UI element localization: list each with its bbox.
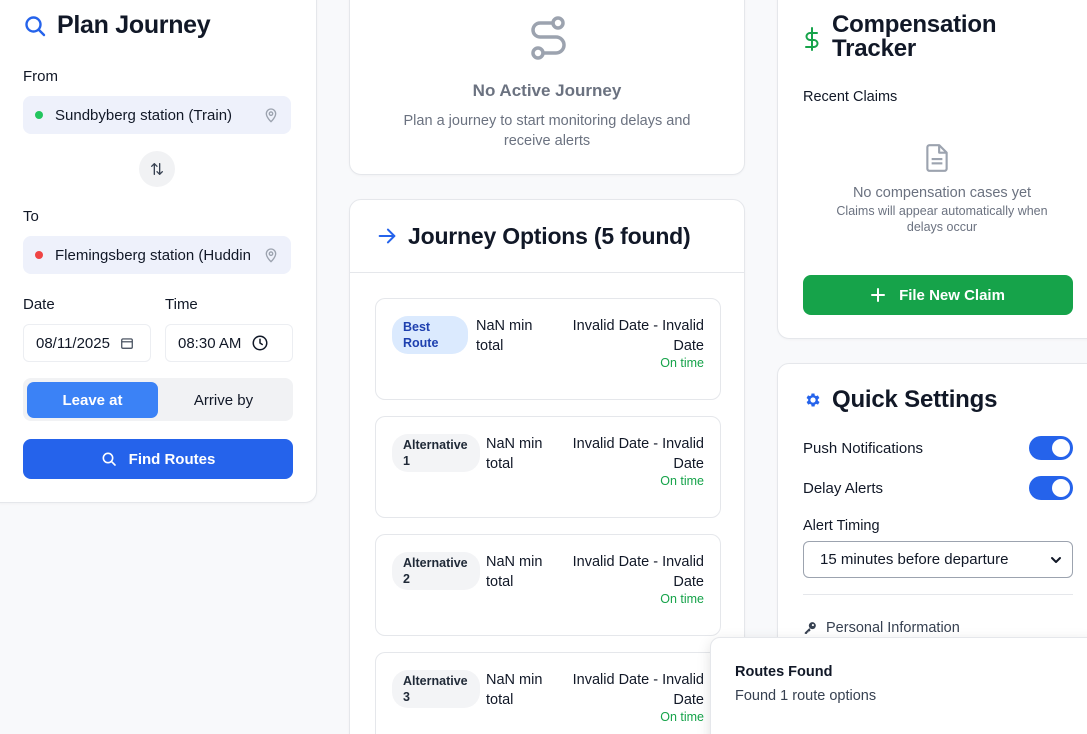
route-badge: Alternative 1 xyxy=(392,434,480,472)
date-input[interactable]: 08/11/2025 xyxy=(23,324,151,362)
route-status: On time xyxy=(660,356,704,370)
chevron-down-icon xyxy=(1051,556,1061,563)
key-icon xyxy=(804,622,816,634)
route-status: On time xyxy=(660,592,704,606)
plan-journey-header: Plan Journey xyxy=(23,11,211,40)
map-pin-icon[interactable] xyxy=(263,107,279,123)
find-routes-label: Find Routes xyxy=(128,450,216,468)
to-value: Flemingsberg station (Huddin xyxy=(55,246,251,264)
time-value: 08:30 AM xyxy=(178,334,242,352)
leave-at-button[interactable]: Leave at xyxy=(27,382,158,418)
route-badge: Alternative 2 xyxy=(392,552,480,590)
to-dot-icon xyxy=(35,251,43,259)
personal-information-item[interactable]: Personal Information xyxy=(803,620,960,636)
journey-options-title: Journey Options (5 found) xyxy=(408,222,691,249)
quick-settings-header: Quick Settings xyxy=(804,386,997,414)
route-time: Invalid Date - Invalid Date xyxy=(572,436,704,472)
to-label: To xyxy=(23,208,39,225)
search-icon xyxy=(102,452,116,466)
search-icon xyxy=(25,15,46,36)
compensation-title: Compensation Tracker xyxy=(832,11,997,62)
route-time: Invalid Date - Invalid Date xyxy=(572,318,704,354)
from-field[interactable]: Sundbyberg station (Train) xyxy=(23,96,291,134)
quick-settings-title: Quick Settings xyxy=(832,386,998,413)
alert-timing-label: Alert Timing xyxy=(803,518,880,534)
arrive-by-button[interactable]: Arrive by xyxy=(158,382,289,418)
arrow-right-icon xyxy=(378,228,396,244)
journey-options-panel: Journey Options (5 found) Best Route NaN… xyxy=(349,199,745,734)
no-claims-hint: Claims will appear automatically when de… xyxy=(836,204,1048,234)
route-duration: NaN min total xyxy=(486,672,543,708)
find-routes-button[interactable]: Find Routes xyxy=(23,439,293,479)
compensation-header: Compensation Tracker xyxy=(804,13,1012,61)
from-value: Sundbyberg station (Train) xyxy=(55,106,233,124)
route-badge: Alternative 3 xyxy=(392,670,480,708)
route-time: Invalid Date - Invalid Date xyxy=(572,554,704,590)
date-value: 08/11/2025 xyxy=(36,334,110,352)
to-field[interactable]: Flemingsberg station (Huddin xyxy=(23,236,291,274)
journey-options-header: Journey Options (5 found) xyxy=(350,200,744,273)
gear-icon xyxy=(806,393,820,407)
toggle-knob xyxy=(1052,479,1070,497)
route-card[interactable]: Alternative 1 NaN min total Invalid Date… xyxy=(375,416,721,518)
route-card[interactable]: Alternative 3 NaN min total Invalid Date… xyxy=(375,652,721,734)
route-duration: NaN min total xyxy=(486,554,543,590)
time-label: Time xyxy=(165,296,198,313)
no-claims-message: No compensation cases yet xyxy=(852,185,1032,201)
compensation-tracker-panel: Compensation Tracker Recent Claims No co… xyxy=(777,0,1087,339)
recent-claims-label: Recent Claims xyxy=(803,89,898,105)
swap-locations-button[interactable] xyxy=(139,151,175,187)
route-duration: NaN min total xyxy=(476,318,533,354)
from-label: From xyxy=(23,68,58,85)
toggle-knob xyxy=(1052,439,1070,457)
file-new-claim-button[interactable]: File New Claim xyxy=(803,275,1073,315)
route-duration: NaN min total xyxy=(486,436,543,472)
no-active-journey-subtitle: Plan a journey to start monitoring delay… xyxy=(403,113,691,149)
clock-icon[interactable] xyxy=(251,334,269,352)
plan-journey-title: Plan Journey xyxy=(57,11,211,39)
time-input[interactable]: 08:30 AM xyxy=(165,324,293,362)
route-badge: Best Route xyxy=(392,316,468,354)
date-label: Date xyxy=(23,296,55,313)
swap-icon xyxy=(151,163,163,175)
plan-journey-panel: Plan Journey From Sundbyberg station (Tr… xyxy=(0,0,317,503)
no-active-journey-panel: No Active Journey Plan a journey to star… xyxy=(349,0,745,175)
departure-mode-toggle: Leave at Arrive by xyxy=(23,378,293,421)
route-card[interactable]: Alternative 2 NaN min total Invalid Date… xyxy=(375,534,721,636)
push-notifications-label: Push Notifications xyxy=(803,440,924,457)
route-status: On time xyxy=(660,474,704,488)
route-icon xyxy=(531,16,566,60)
from-dot-icon xyxy=(35,111,43,119)
route-status: On time xyxy=(660,710,704,724)
map-pin-icon[interactable] xyxy=(263,247,279,263)
settings-divider xyxy=(803,594,1073,595)
alert-timing-select[interactable]: 15 minutes before departure xyxy=(803,541,1073,578)
routes-found-toast: Routes Found Found 1 route options xyxy=(710,637,1087,734)
route-card[interactable]: Best Route NaN min total Invalid Date - … xyxy=(375,298,721,400)
dollar-icon xyxy=(805,27,819,51)
delay-alerts-toggle[interactable] xyxy=(1029,476,1073,500)
toast-title: Routes Found xyxy=(735,664,833,680)
toast-message: Found 1 route options xyxy=(735,688,877,704)
document-icon xyxy=(926,144,948,172)
alert-timing-value: 15 minutes before departure xyxy=(820,551,1009,568)
calendar-icon[interactable] xyxy=(120,336,134,350)
delay-alerts-label: Delay Alerts xyxy=(803,480,884,497)
no-active-journey-title: No Active Journey xyxy=(472,81,622,100)
personal-information-label: Personal Information xyxy=(826,620,960,636)
route-time: Invalid Date - Invalid Date xyxy=(572,672,704,708)
push-notifications-toggle[interactable] xyxy=(1029,436,1073,460)
file-new-claim-label: File New Claim xyxy=(899,286,1005,304)
plus-icon xyxy=(871,288,886,302)
